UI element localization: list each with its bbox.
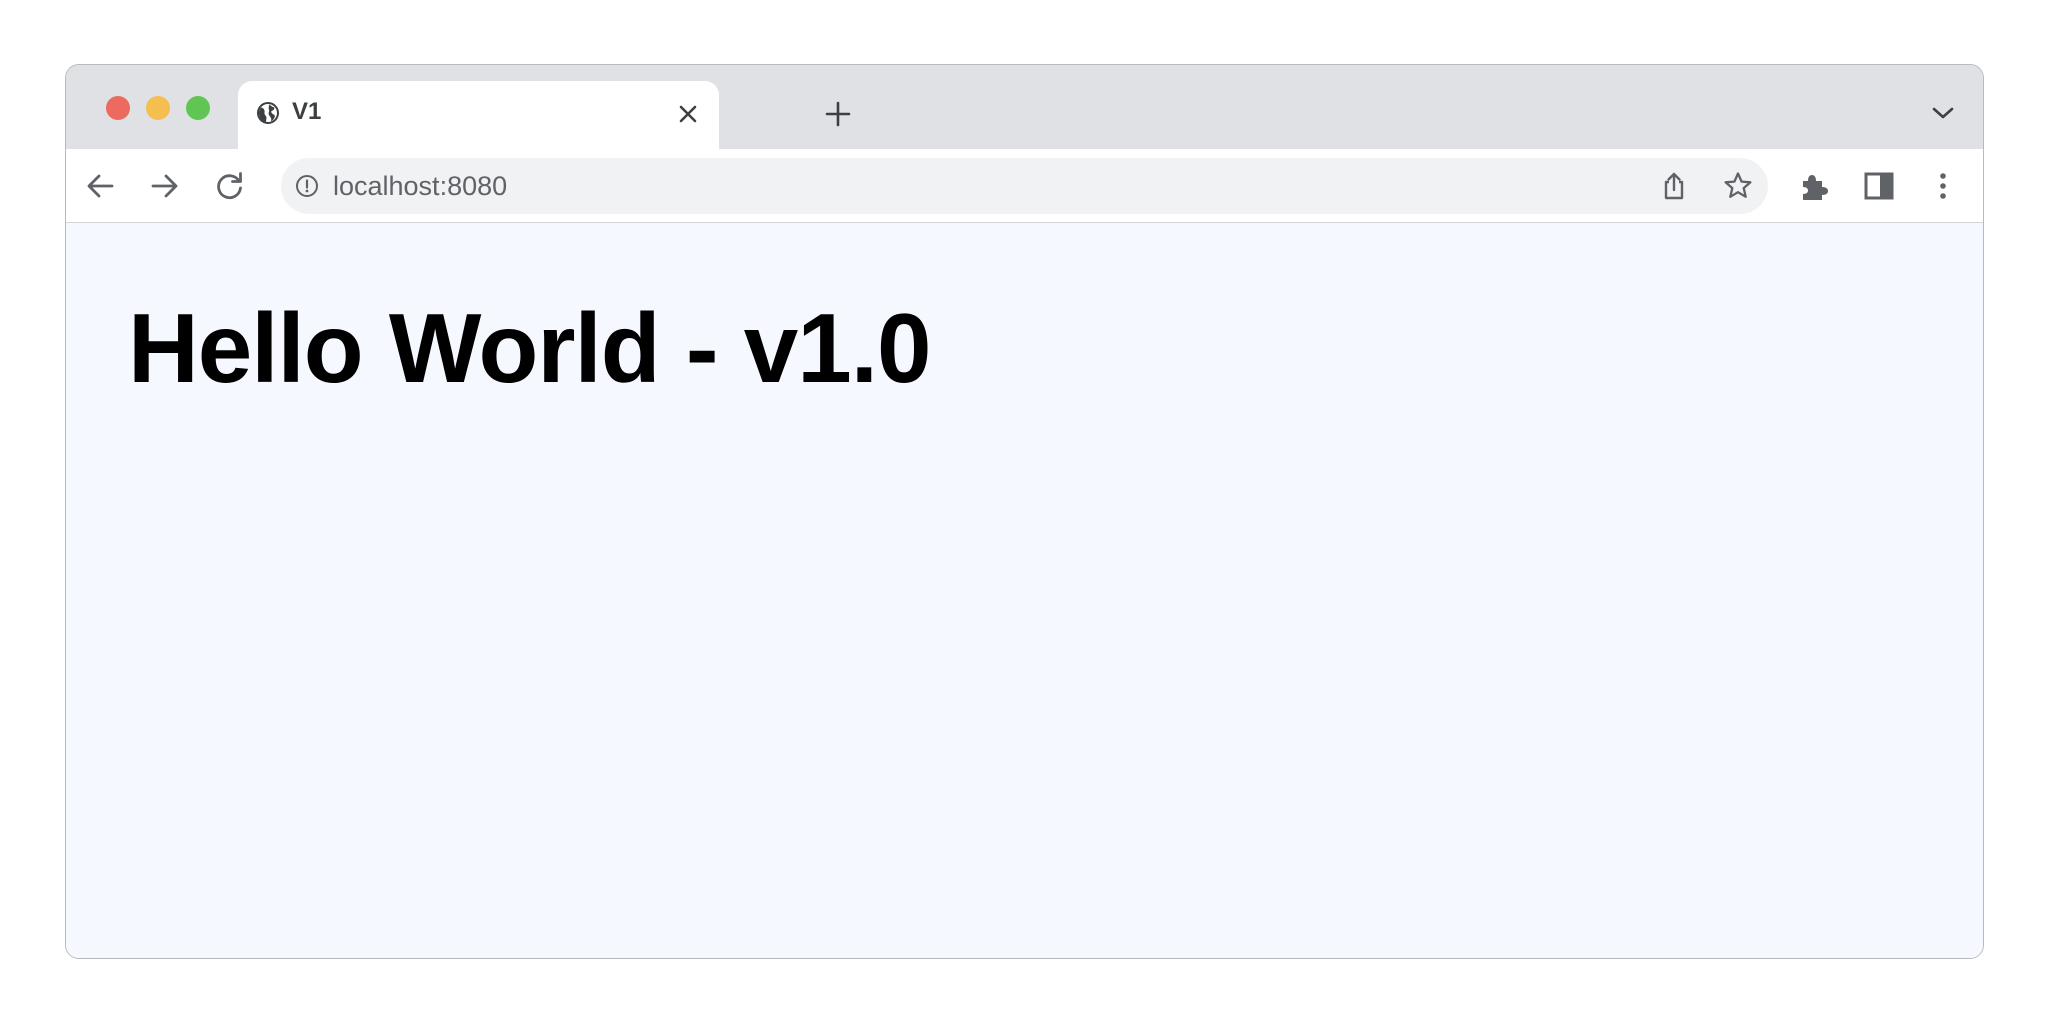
tab-strip: V1	[66, 65, 1983, 149]
active-tab[interactable]: V1	[238, 81, 719, 149]
browser-toolbar: localhost:8080	[66, 149, 1983, 223]
forward-arrow-icon[interactable]	[146, 168, 182, 204]
globe-icon	[257, 102, 279, 124]
page-heading: Hello World - v1.0	[128, 293, 931, 403]
tab-title: V1	[292, 98, 322, 125]
side-panel-icon[interactable]	[1861, 168, 1897, 204]
bookmark-star-icon[interactable]	[1722, 170, 1754, 202]
back-arrow-icon[interactable]	[83, 168, 119, 204]
url-text[interactable]: localhost:8080	[333, 171, 507, 201]
page-content: Hello World - v1.0	[66, 223, 1983, 958]
close-window-button[interactable]	[106, 96, 130, 120]
maximize-window-button[interactable]	[186, 96, 210, 120]
reload-icon[interactable]	[212, 168, 248, 204]
browser-window: V1 localhost:8080 Hello World - v1.0	[65, 64, 1984, 959]
minimize-window-button[interactable]	[146, 96, 170, 120]
close-tab-icon[interactable]	[677, 103, 699, 125]
extensions-puzzle-icon[interactable]	[1797, 168, 1833, 204]
info-icon[interactable]	[295, 174, 319, 198]
address-bar[interactable]: localhost:8080	[281, 158, 1768, 214]
new-tab-icon[interactable]	[823, 99, 853, 129]
share-icon[interactable]	[1658, 170, 1690, 202]
chevron-down-icon[interactable]	[1931, 103, 1955, 123]
more-menu-icon[interactable]	[1925, 168, 1961, 204]
